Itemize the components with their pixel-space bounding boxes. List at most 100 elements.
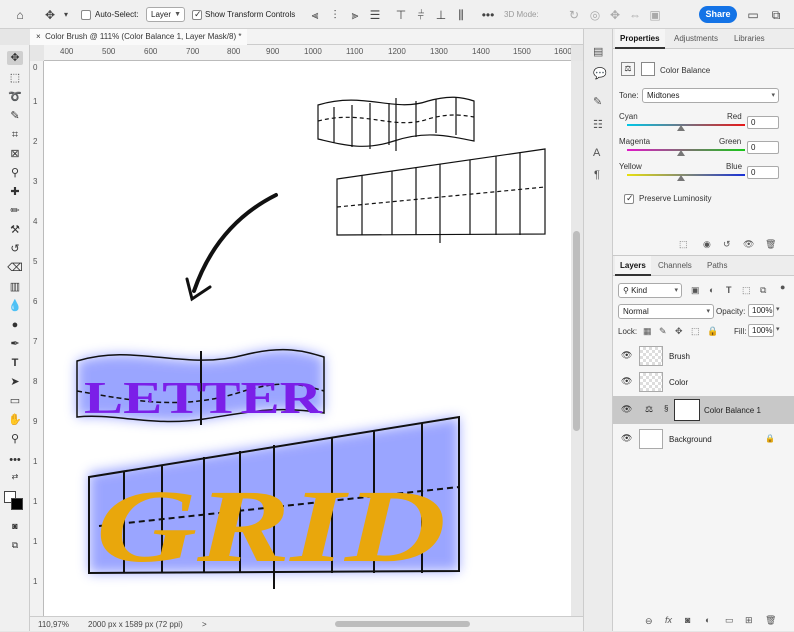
distribute-icon[interactable]: ☰ bbox=[367, 7, 383, 23]
type-tool-icon[interactable]: T bbox=[7, 356, 23, 370]
tab-properties[interactable]: Properties bbox=[615, 29, 665, 49]
mask-icon[interactable] bbox=[641, 62, 655, 76]
paragraph-panel-icon[interactable]: ¶ bbox=[594, 169, 600, 181]
visibility-icon[interactable]: 👁 bbox=[743, 239, 754, 250]
lock-all-icon[interactable]: 🔒 bbox=[707, 326, 718, 337]
slider-thumb[interactable] bbox=[677, 125, 685, 131]
layer-row-background[interactable]: 👁 Background 🔒 bbox=[613, 425, 794, 453]
workspace-icon[interactable]: ▭ bbox=[745, 7, 761, 23]
share-button[interactable]: Share bbox=[699, 6, 737, 23]
move-icon[interactable]: ✥ bbox=[42, 7, 58, 23]
layer-row-brush[interactable]: 👁 Brush bbox=[613, 342, 794, 370]
document-canvas[interactable]: LETTER GRID bbox=[44, 61, 571, 616]
trash-icon[interactable]: 🗑 bbox=[765, 615, 776, 626]
tone-select[interactable]: Midtones ▾ bbox=[642, 88, 779, 103]
cyan-red-slider[interactable] bbox=[627, 124, 745, 126]
layer-row-color-balance[interactable]: 👁 ⚖ § Color Balance 1 bbox=[613, 396, 794, 424]
blend-mode-select[interactable]: Normal ▾ bbox=[618, 304, 714, 319]
align-left-icon[interactable]: ⫷ bbox=[307, 7, 323, 23]
align-right-icon[interactable]: ⫸ bbox=[347, 7, 363, 23]
reset-icon[interactable]: ↺ bbox=[723, 239, 731, 250]
eye-icon[interactable]: 👁 bbox=[621, 433, 632, 444]
link-layers-icon[interactable]: ⊖ bbox=[645, 616, 653, 627]
lock-artboard-icon[interactable]: ⬚ bbox=[691, 326, 700, 337]
tab-adjustments[interactable]: Adjustments bbox=[669, 29, 723, 49]
opacity-input[interactable]: 100% bbox=[748, 304, 774, 317]
document-tab[interactable]: × Color Brush @ 111% (Color Balance 1, L… bbox=[30, 29, 248, 45]
layer-mask-thumbnail[interactable] bbox=[674, 399, 700, 421]
adjustments-panel-icon[interactable]: ☷ bbox=[593, 118, 603, 131]
lock-transparency-icon[interactable]: ▦ bbox=[643, 326, 652, 337]
view-previous-icon[interactable]: ◉ bbox=[703, 239, 711, 250]
distribute-vertical-icon[interactable]: ⫼ bbox=[453, 7, 469, 23]
align-bottom-icon[interactable]: ⊥ bbox=[433, 7, 449, 23]
layer-row-color[interactable]: 👁 Color bbox=[613, 368, 794, 396]
chevron-down-icon[interactable]: ▾ bbox=[776, 305, 780, 313]
brush-settings-icon[interactable]: ✎ bbox=[593, 95, 602, 108]
move-tool-icon[interactable]: ✥ bbox=[7, 51, 23, 65]
magenta-green-slider[interactable] bbox=[627, 149, 745, 151]
add-mask-icon[interactable]: ◙ bbox=[685, 615, 690, 625]
layer-filter-select[interactable]: ⚲ Kind ▾ bbox=[618, 283, 682, 298]
slider-thumb[interactable] bbox=[677, 175, 685, 181]
cyan-red-value[interactable]: 0 bbox=[747, 116, 779, 129]
crop-tool-icon[interactable]: ⌗ bbox=[7, 128, 23, 142]
show-transform-checkbox[interactable] bbox=[192, 9, 202, 20]
filter-adjustment-icon[interactable]: ◐ bbox=[709, 285, 714, 295]
background-color-swatch[interactable] bbox=[11, 498, 23, 510]
dodge-tool-icon[interactable]: ● bbox=[7, 318, 23, 332]
new-group-icon[interactable]: ▭ bbox=[725, 615, 734, 626]
chevron-down-icon[interactable]: ▾ bbox=[776, 325, 780, 333]
zoom-tool-icon[interactable]: ⚲ bbox=[7, 432, 23, 446]
rectangle-tool-icon[interactable]: ▭ bbox=[7, 394, 23, 408]
filter-type-icon[interactable]: T bbox=[726, 285, 732, 295]
quick-select-tool-icon[interactable]: ✎ bbox=[7, 109, 23, 123]
pen-tool-icon[interactable]: ✒ bbox=[7, 337, 23, 351]
chevron-down-icon[interactable]: ▾ bbox=[58, 7, 74, 23]
character-panel-icon[interactable]: A bbox=[593, 147, 600, 159]
slider-thumb[interactable] bbox=[677, 150, 685, 156]
fill-input[interactable]: 100% bbox=[748, 324, 774, 337]
tab-channels[interactable]: Channels bbox=[653, 256, 697, 276]
window-icon[interactable]: ⧉ bbox=[768, 7, 784, 23]
healing-tool-icon[interactable]: ✚ bbox=[7, 185, 23, 199]
marquee-tool-icon[interactable]: ⬚ bbox=[7, 71, 23, 85]
new-adjustment-icon[interactable]: ◐ bbox=[705, 615, 710, 625]
link-icon[interactable]: § bbox=[664, 404, 668, 413]
hand-tool-icon[interactable]: ✋ bbox=[7, 413, 23, 427]
comments-panel-icon[interactable]: 💬 bbox=[593, 67, 607, 80]
yellow-blue-slider[interactable] bbox=[627, 174, 745, 176]
status-menu-arrow[interactable]: > bbox=[202, 617, 207, 632]
edit-toolbar-icon[interactable]: ⇄ bbox=[7, 470, 23, 484]
align-middle-icon[interactable]: ⫩ bbox=[413, 7, 429, 23]
lock-image-icon[interactable]: ✎ bbox=[659, 326, 667, 337]
new-layer-icon[interactable]: ⊞ bbox=[745, 615, 753, 626]
zoom-level[interactable]: 110,97% bbox=[38, 617, 69, 632]
history-brush-tool-icon[interactable]: ↺ bbox=[7, 242, 23, 256]
more-icon[interactable]: ••• bbox=[480, 7, 496, 23]
preserve-luminosity-checkbox[interactable] bbox=[624, 193, 634, 204]
filter-smart-object-icon[interactable]: ⧉ bbox=[760, 285, 766, 296]
horizontal-scroll-thumb[interactable] bbox=[335, 621, 470, 627]
eye-icon[interactable]: 👁 bbox=[621, 350, 632, 361]
tab-paths[interactable]: Paths bbox=[702, 256, 732, 276]
filter-pixel-icon[interactable]: ▣ bbox=[691, 285, 700, 296]
home-icon[interactable]: ⌂ bbox=[12, 7, 28, 23]
blur-tool-icon[interactable]: 💧 bbox=[7, 299, 23, 313]
frame-tool-icon[interactable]: ⊠ bbox=[7, 147, 23, 161]
vertical-scrollbar[interactable] bbox=[571, 61, 583, 616]
align-center-icon[interactable]: ⫶ bbox=[327, 7, 343, 23]
screen-mode-icon[interactable]: ⧉ bbox=[7, 538, 23, 552]
tab-close-icon[interactable]: × bbox=[36, 32, 41, 41]
auto-select-checkbox[interactable] bbox=[81, 10, 91, 20]
tab-layers[interactable]: Layers bbox=[615, 256, 651, 276]
layer-select[interactable]: Layer ▼ bbox=[146, 7, 185, 22]
trash-icon[interactable]: 🗑 bbox=[765, 239, 776, 250]
filter-toggle-icon[interactable]: ● bbox=[780, 282, 785, 292]
lock-position-icon[interactable]: ✥ bbox=[675, 326, 683, 337]
gradient-tool-icon[interactable]: ▥ bbox=[7, 280, 23, 294]
quick-mask-icon[interactable]: ◙ bbox=[7, 519, 23, 533]
brush-tool-icon[interactable]: ✏ bbox=[7, 204, 23, 218]
eye-icon[interactable]: 👁 bbox=[621, 404, 632, 415]
align-top-icon[interactable]: ⊤ bbox=[393, 7, 409, 23]
